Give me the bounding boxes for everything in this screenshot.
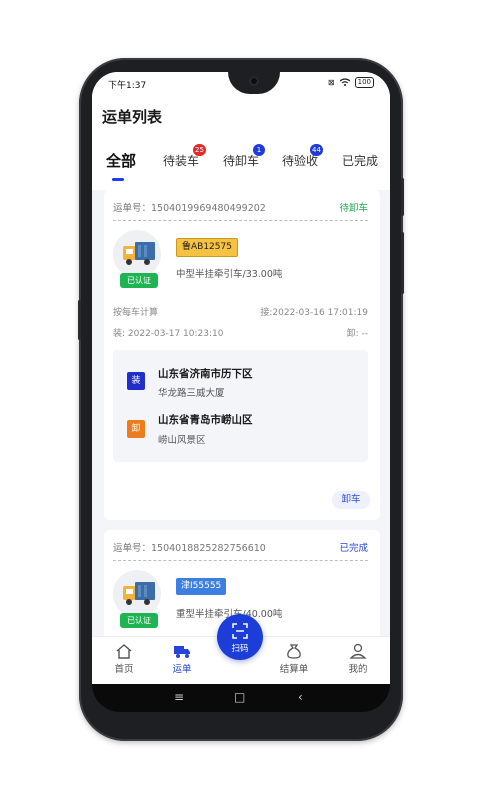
truck-avatar	[113, 570, 161, 618]
license-plate: 津I55555	[176, 578, 227, 595]
accept-time: 接:2022-03-16 17:01:19	[260, 308, 368, 318]
unload-button[interactable]: 卸车	[332, 491, 370, 509]
order-status: 待卸车	[339, 203, 368, 214]
load-tag: 装	[127, 372, 145, 390]
route-panel: 装 山东省济南市历下区 华龙路三威大厦 卸 山东省青岛市崂山区 崂山风景区	[113, 350, 368, 462]
truck-icon	[174, 646, 190, 658]
menu-icon[interactable]: ≡	[174, 690, 184, 704]
origin-city: 山东省济南市历下区	[158, 368, 253, 380]
nav-mine[interactable]: 我的	[338, 643, 378, 675]
truck-avatar	[113, 230, 161, 278]
billing-method: 按每车计算	[113, 308, 159, 318]
home-square-icon[interactable]: □	[234, 690, 245, 704]
destination-city: 山东省青岛市崂山区	[158, 414, 253, 426]
active-tab-indicator	[112, 178, 124, 181]
verified-badge: 已认证	[120, 273, 158, 288]
unload-time: 卸: --	[346, 329, 368, 339]
status-icons: ⊠ 100	[328, 77, 374, 88]
scan-label: 扫码	[231, 644, 249, 654]
waybill-list[interactable]: 运单号：1504019969480499202 待卸车 已认证 鲁AB12575…	[92, 190, 390, 640]
unload-tag: 卸	[127, 420, 145, 438]
count-badge: 25	[193, 144, 206, 156]
nav-settlement[interactable]: 结算单	[274, 643, 314, 675]
destination-address: 崂山风景区	[158, 435, 206, 446]
verified-badge: 已认证	[120, 613, 158, 628]
sim-icon: ⊠	[327, 78, 335, 87]
tab-label: 待装车	[163, 154, 200, 168]
order-number: 运单号：1504019969480499202	[113, 203, 266, 214]
front-camera	[249, 76, 259, 86]
truck-icon	[123, 582, 155, 605]
nav-label: 运单	[172, 664, 192, 675]
tab-pending-unloading[interactable]: 待卸车 1	[223, 144, 265, 169]
truck-icon	[123, 242, 155, 265]
divider	[113, 220, 368, 221]
side-button	[78, 300, 81, 340]
battery-icon: 100	[354, 77, 374, 88]
tab-pending-loading[interactable]: 待装车 25	[163, 144, 206, 169]
count-badge: 1	[253, 144, 265, 156]
page-header: 运单列表 全部 待装车 25 待卸车 1 待验收 44 已完成	[92, 94, 390, 190]
page-title: 运单列表	[102, 108, 163, 126]
nav-label: 结算单	[279, 664, 309, 675]
status-time: 下午1:37	[108, 81, 147, 91]
tab-label: 待卸车	[223, 154, 260, 168]
system-navigation-bar: ≡ □ ‹	[92, 684, 390, 712]
waybill-card[interactable]: 运单号：1504019969480499202 待卸车 已认证 鲁AB12575…	[104, 190, 380, 520]
nav-home[interactable]: 首页	[104, 643, 144, 675]
vehicle-type: 中型半挂牵引车/33.00吨	[176, 269, 283, 280]
order-number: 运单号：1504018825282756610	[113, 543, 266, 554]
count-badge: 44	[310, 144, 323, 156]
tab-label: 待验收	[282, 154, 319, 168]
load-time: 装: 2022-03-17 10:23:10	[113, 329, 224, 339]
home-icon	[116, 644, 132, 659]
divider	[113, 560, 368, 561]
settlement-icon	[287, 644, 301, 659]
user-icon	[349, 643, 367, 659]
origin-address: 华龙路三威大厦	[158, 388, 225, 399]
back-icon[interactable]: ‹	[298, 690, 303, 704]
scan-button[interactable]: 扫码	[217, 614, 263, 660]
app-screen: 下午1:37 ⊠ 100 运单列表 全部 待装车 25 待卸车 1 待验收 44	[92, 72, 390, 684]
nav-waybill[interactable]: 运单	[162, 643, 202, 675]
volume-button	[401, 178, 404, 216]
nav-label: 我的	[348, 664, 368, 675]
power-button	[401, 232, 404, 294]
tab-all[interactable]: 全部	[106, 150, 136, 171]
license-plate: 鲁AB12575	[176, 238, 238, 257]
bottom-navigation: 首页 运单 扫码 结算单 我的	[92, 614, 390, 684]
scan-icon	[232, 623, 248, 639]
tab-pending-acceptance[interactable]: 待验收 44	[282, 144, 323, 169]
tab-completed[interactable]: 已完成	[342, 152, 378, 169]
order-status: 已完成	[339, 543, 368, 554]
status-tabs: 全部 待装车 25 待卸车 1 待验收 44 已完成	[92, 144, 390, 182]
wifi-icon	[339, 77, 350, 88]
nav-label: 首页	[114, 664, 134, 675]
